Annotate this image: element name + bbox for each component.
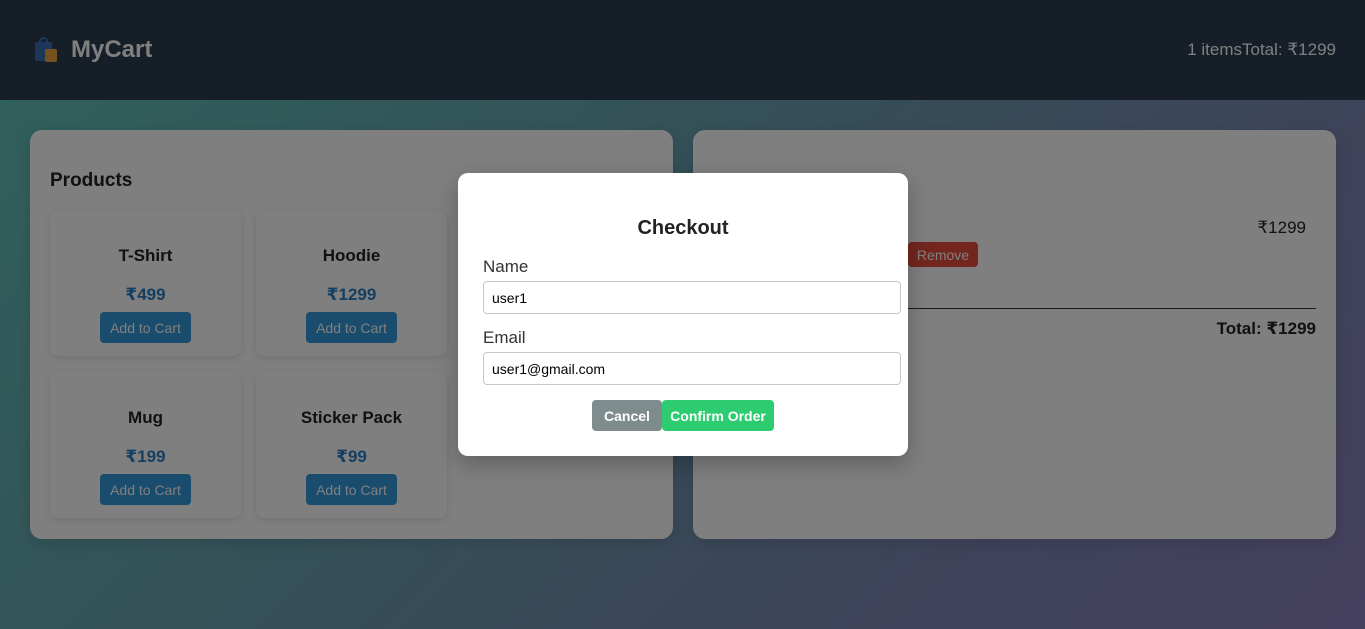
confirm-order-button[interactable]: Confirm Order [662,400,774,431]
email-field[interactable] [483,352,901,385]
cancel-button[interactable]: Cancel [592,400,662,431]
email-label: Email [483,328,526,347]
modal-title: Checkout [637,217,729,239]
name-label: Name [483,257,529,276]
name-field[interactable] [483,281,901,314]
checkout-modal: Checkout Name Email Cancel Confirm Order [458,173,908,456]
